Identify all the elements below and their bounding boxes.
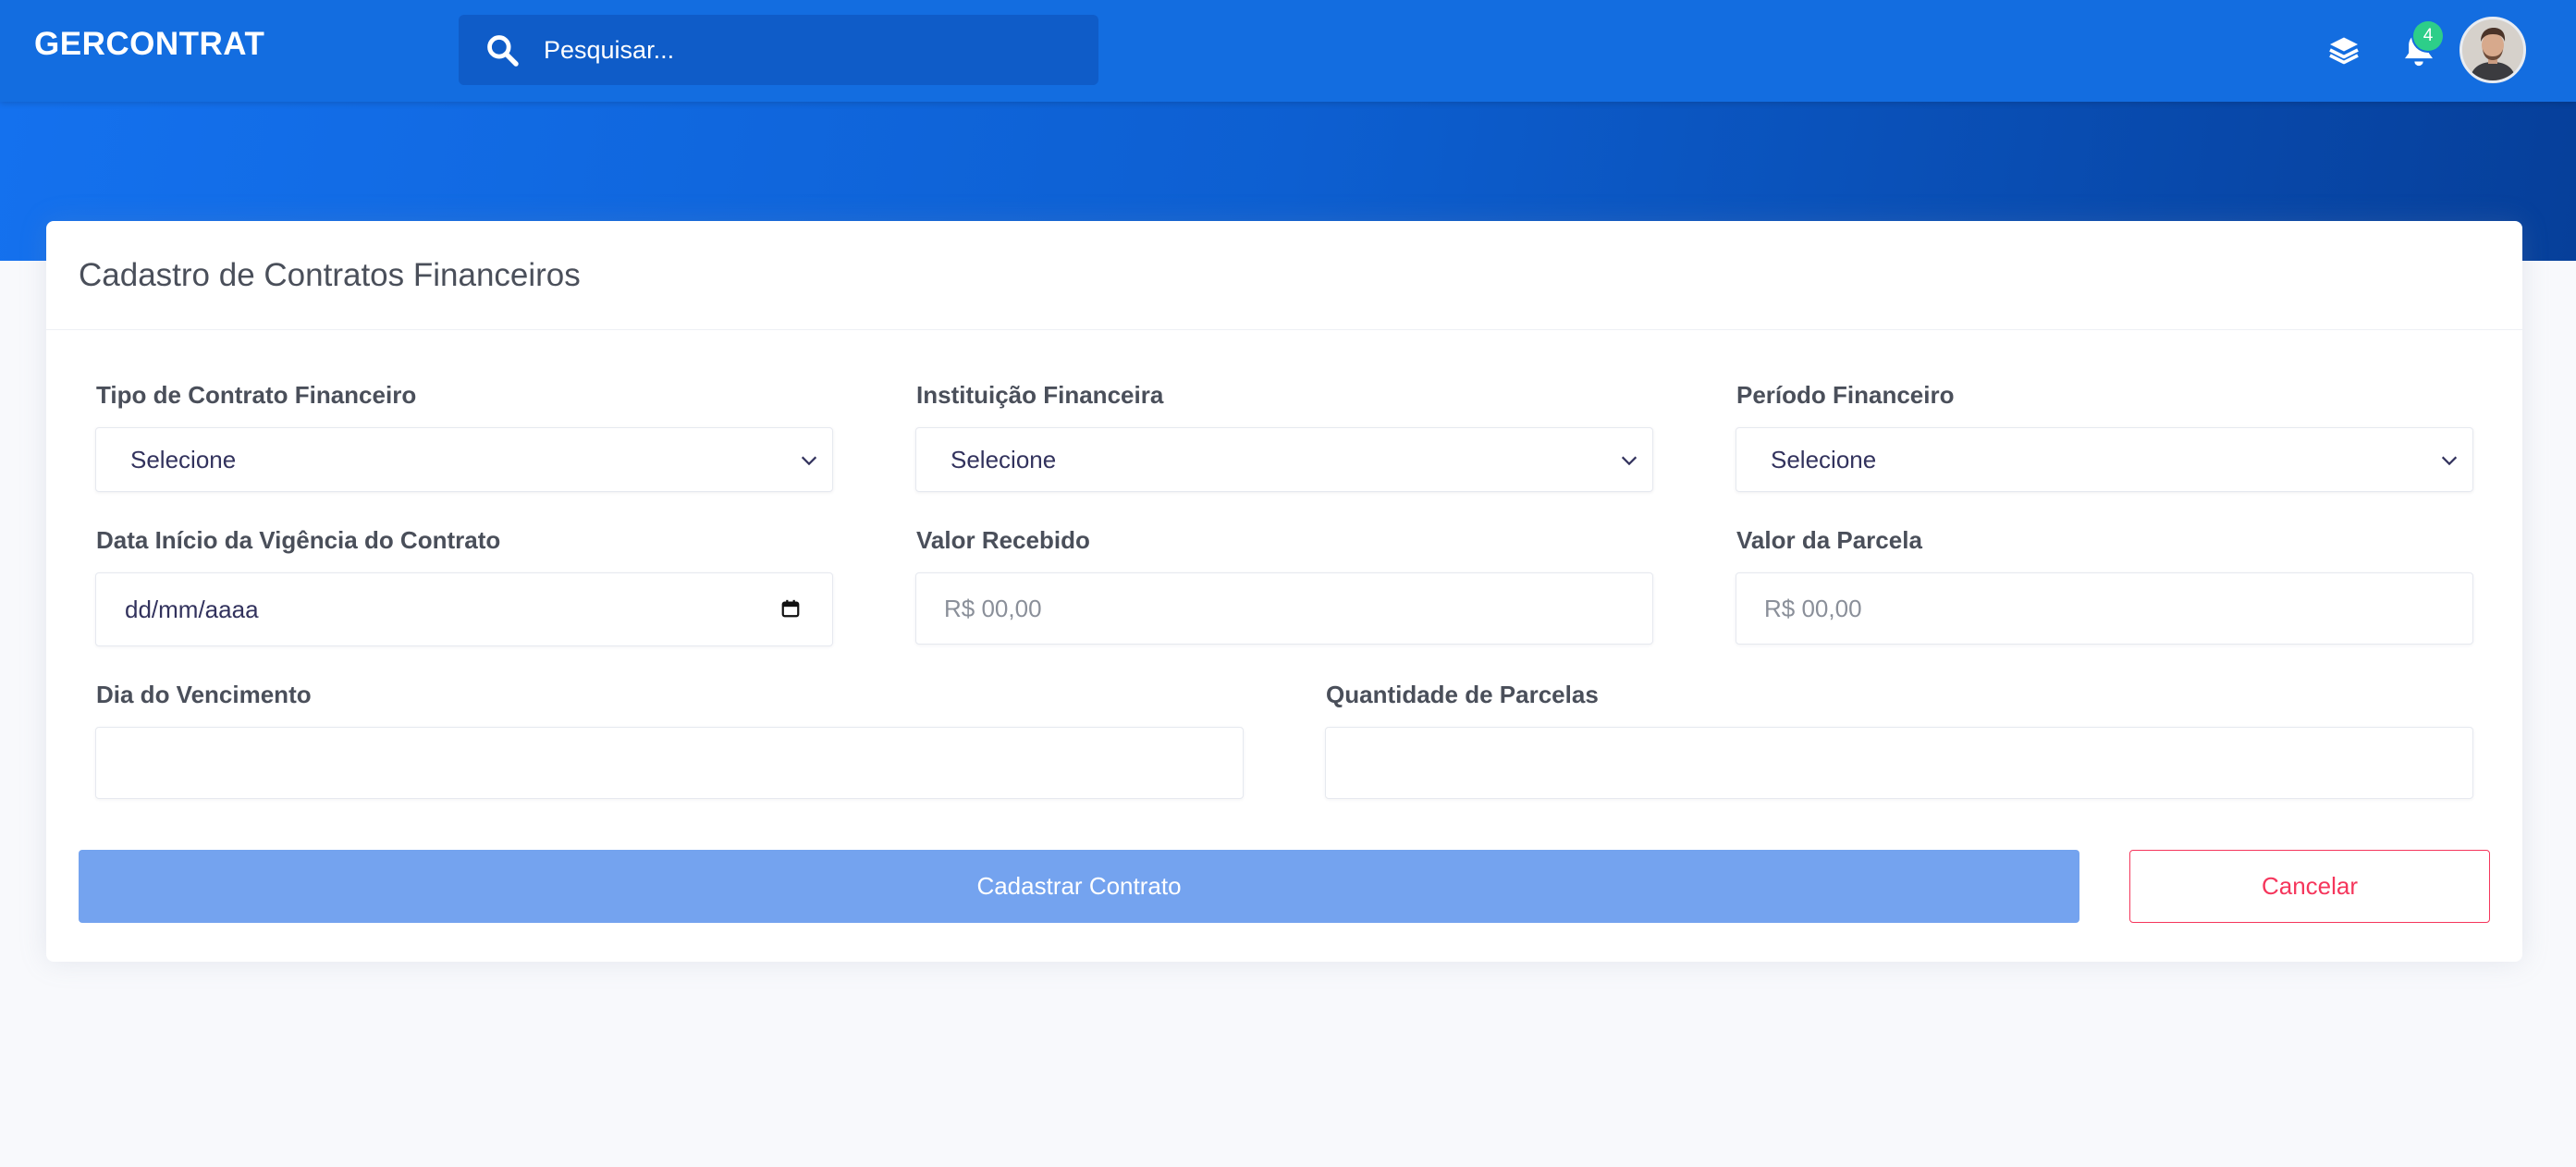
tipo-contrato-select[interactable]: Selecione (95, 427, 833, 492)
valor-parcela-input[interactable] (1736, 573, 2472, 644)
cadastrar-contrato-button[interactable]: Cadastrar Contrato (79, 850, 2079, 923)
search-box (459, 15, 1098, 85)
card-header: Cadastro de Contratos Financeiros (46, 221, 2522, 330)
layers-icon[interactable] (2327, 33, 2361, 67)
periodo-value: Selecione (1771, 446, 1877, 473)
instituicao-value: Selecione (951, 446, 1057, 473)
chevron-down-icon (801, 456, 817, 466)
calendar-icon[interactable] (780, 598, 801, 619)
top-navbar: GERCONTRAT 4 (0, 0, 2576, 102)
dia-vencimento-input[interactable] (96, 728, 1243, 798)
avatar-image (2462, 19, 2523, 80)
data-inicio-label: Data Início da Vigência do Contrato (96, 526, 501, 554)
data-inicio-input[interactable]: dd/mm/aaaa (95, 572, 833, 646)
qtd-parcelas-input[interactable] (1326, 728, 2472, 798)
qtd-parcelas-label: Quantidade de Parcelas (1326, 681, 1599, 708)
dia-vencimento-field[interactable] (95, 727, 1244, 799)
valor-parcela-label: Valor da Parcela (1736, 526, 1922, 554)
chevron-down-icon (1621, 456, 1638, 466)
cancel-button[interactable]: Cancelar (2129, 850, 2490, 923)
user-avatar[interactable] (2459, 17, 2526, 83)
notification-badge: 4 (2413, 21, 2443, 51)
instituicao-select[interactable]: Selecione (915, 427, 1653, 492)
qtd-parcelas-field[interactable] (1325, 727, 2473, 799)
search-input[interactable] (544, 15, 1080, 85)
valor-recebido-field[interactable] (915, 572, 1653, 645)
instituicao-label: Instituição Financeira (916, 381, 1164, 409)
chevron-down-icon (2441, 456, 2458, 466)
tipo-contrato-value: Selecione (130, 446, 237, 473)
dia-vencimento-label: Dia do Vencimento (96, 681, 312, 708)
page-title: Cadastro de Contratos Financeiros (79, 257, 581, 293)
periodo-label: Período Financeiro (1736, 381, 1955, 409)
valor-recebido-label: Valor Recebido (916, 526, 1090, 554)
periodo-select[interactable]: Selecione (1736, 427, 2473, 492)
brand-logo[interactable]: GERCONTRAT (34, 26, 264, 63)
valor-recebido-input[interactable] (916, 573, 1652, 644)
valor-parcela-field[interactable] (1736, 572, 2473, 645)
tipo-contrato-label: Tipo de Contrato Financeiro (96, 381, 417, 409)
search-icon (487, 35, 519, 67)
contract-form-card: Cadastro de Contratos Financeiros Tipo d… (46, 221, 2522, 962)
data-inicio-value: dd/mm/aaaa (125, 596, 259, 623)
